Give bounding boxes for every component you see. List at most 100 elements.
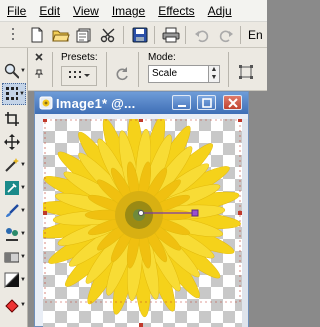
- dropdown-arrow-icon: ▼: [20, 68, 26, 74]
- image-window[interactable]: Image1* @...: [34, 91, 249, 327]
- image-title: Image1* @...: [56, 95, 136, 111]
- toolbar-divider: [154, 25, 155, 44]
- pivot-point[interactable]: [138, 210, 144, 216]
- close-button[interactable]: [223, 95, 242, 110]
- pin-icon[interactable]: [34, 68, 44, 78]
- palette-divider: [228, 52, 229, 87]
- tool-options-palette: Presets: Mode: Scale ▲ ▼: [28, 48, 267, 91]
- close-icon: [227, 97, 238, 108]
- pick-mode-button[interactable]: [236, 62, 256, 82]
- paintbrush-icon: [6, 204, 19, 217]
- minimize-icon: [177, 104, 186, 107]
- gradient-icon: [4, 272, 20, 288]
- magic-wand-icon: [5, 158, 19, 172]
- redo-icon: [219, 30, 233, 42]
- toolbar-divider: [123, 25, 124, 44]
- toolbar-divider: [185, 25, 186, 44]
- rotation-handle[interactable]: [191, 209, 199, 217]
- menu-image[interactable]: Image: [105, 0, 151, 22]
- dropper-tool[interactable]: ▼: [2, 177, 26, 199]
- menu-effects[interactable]: Effects: [151, 0, 200, 22]
- new-file-icon: [31, 27, 43, 42]
- crop-tool[interactable]: [2, 108, 26, 130]
- grip-icon: [12, 27, 14, 40]
- resize-handle[interactable]: [139, 323, 143, 327]
- menu-bar: File Edit View Image Effects Adju: [0, 0, 267, 22]
- image-canvas[interactable]: [43, 119, 242, 327]
- mode-value: Scale: [152, 68, 178, 79]
- pick-tool[interactable]: ▼: [2, 83, 26, 105]
- resize-handle[interactable]: [43, 211, 47, 215]
- undo-button[interactable]: [191, 24, 213, 46]
- refresh-icon: [116, 67, 128, 81]
- reset-button[interactable]: [112, 64, 132, 84]
- presets-button[interactable]: [61, 66, 97, 86]
- palette-divider: [106, 52, 107, 87]
- dropdown-arrow-icon: ▼: [20, 277, 26, 283]
- dropper-icon: [5, 181, 19, 195]
- gradient-tool[interactable]: ▼: [2, 269, 26, 291]
- menu-view[interactable]: View: [66, 0, 105, 22]
- maximize-button[interactable]: [197, 95, 216, 110]
- palette-divider: [52, 52, 53, 87]
- menu-adjust[interactable]: Adju: [201, 0, 238, 22]
- presets-label: Presets:: [61, 52, 98, 63]
- mode-select[interactable]: Scale ▲ ▼: [148, 65, 220, 83]
- resize-handle[interactable]: [43, 119, 47, 122]
- minimize-button[interactable]: [172, 95, 191, 110]
- paint-bucket-icon: [5, 299, 19, 313]
- scan-button[interactable]: [98, 24, 120, 46]
- brush-tool[interactable]: ▼: [2, 200, 26, 222]
- browse-button[interactable]: [74, 24, 96, 46]
- magic-wand-tool[interactable]: ▼: [2, 154, 26, 176]
- clone-brush-icon: [6, 228, 18, 241]
- chevron-updown-icon: ▲ ▼: [208, 66, 219, 82]
- open-folder-icon: [52, 30, 70, 41]
- redo-button[interactable]: [215, 24, 237, 46]
- bounding-box-icon: [239, 65, 253, 79]
- standard-toolbar: En: [0, 22, 267, 48]
- browse-icon: [76, 28, 91, 42]
- palette-divider: [138, 52, 139, 87]
- resize-handle[interactable]: [139, 119, 143, 122]
- dropdown-arrow-icon: ▼: [20, 254, 26, 260]
- toolbar-overflow-label: En: [248, 27, 263, 42]
- menu-edit[interactable]: Edit: [32, 0, 66, 22]
- scissors-icon: [100, 27, 115, 42]
- zoom-tool[interactable]: ▼: [2, 60, 26, 82]
- image-title-bar[interactable]: Image1* @...: [35, 92, 248, 114]
- presets-grid-icon: [69, 71, 90, 78]
- open-button[interactable]: [50, 24, 72, 46]
- save-disk-icon: [132, 27, 148, 42]
- crop-icon: [5, 112, 19, 126]
- eraser-icon: [4, 252, 20, 263]
- move-arrows-icon: [4, 134, 20, 150]
- dropdown-arrow-icon: ▼: [19, 91, 25, 97]
- tools-toolbar: ▼ ▼ ▼ ▼ ▼ ▼ ▼ ▼ ▼: [0, 48, 28, 327]
- printer-icon: [162, 27, 180, 42]
- menu-file[interactable]: File: [0, 0, 32, 22]
- image-window-icon: [39, 96, 53, 110]
- close-icon[interactable]: [34, 52, 44, 62]
- toolbar-divider: [240, 25, 241, 44]
- move-tool[interactable]: [2, 131, 26, 153]
- dropdown-arrow-icon: ▼: [20, 185, 26, 191]
- new-button[interactable]: [26, 24, 48, 46]
- mode-label: Mode:: [148, 52, 176, 63]
- save-button[interactable]: [129, 24, 151, 46]
- toolbar-grip[interactable]: [2, 24, 24, 46]
- clone-brush-tool[interactable]: ▼: [2, 223, 26, 245]
- maximize-icon: [201, 97, 212, 108]
- dropdown-arrow-icon: ▼: [20, 231, 26, 237]
- print-button[interactable]: [160, 24, 182, 46]
- vertical-scrollbar[interactable]: [242, 119, 248, 327]
- eraser-tool[interactable]: ▼: [2, 246, 26, 268]
- dropdown-arrow-icon: ▼: [20, 208, 26, 214]
- flower-image: [43, 119, 242, 327]
- dropdown-arrow-icon: ▼: [20, 162, 26, 168]
- fill-tool[interactable]: ▼: [2, 294, 26, 316]
- pick-grid-icon: [6, 87, 19, 100]
- dropdown-arrow-icon: ▼: [20, 302, 26, 308]
- undo-icon: [195, 30, 209, 42]
- magnifier-icon: [4, 63, 20, 79]
